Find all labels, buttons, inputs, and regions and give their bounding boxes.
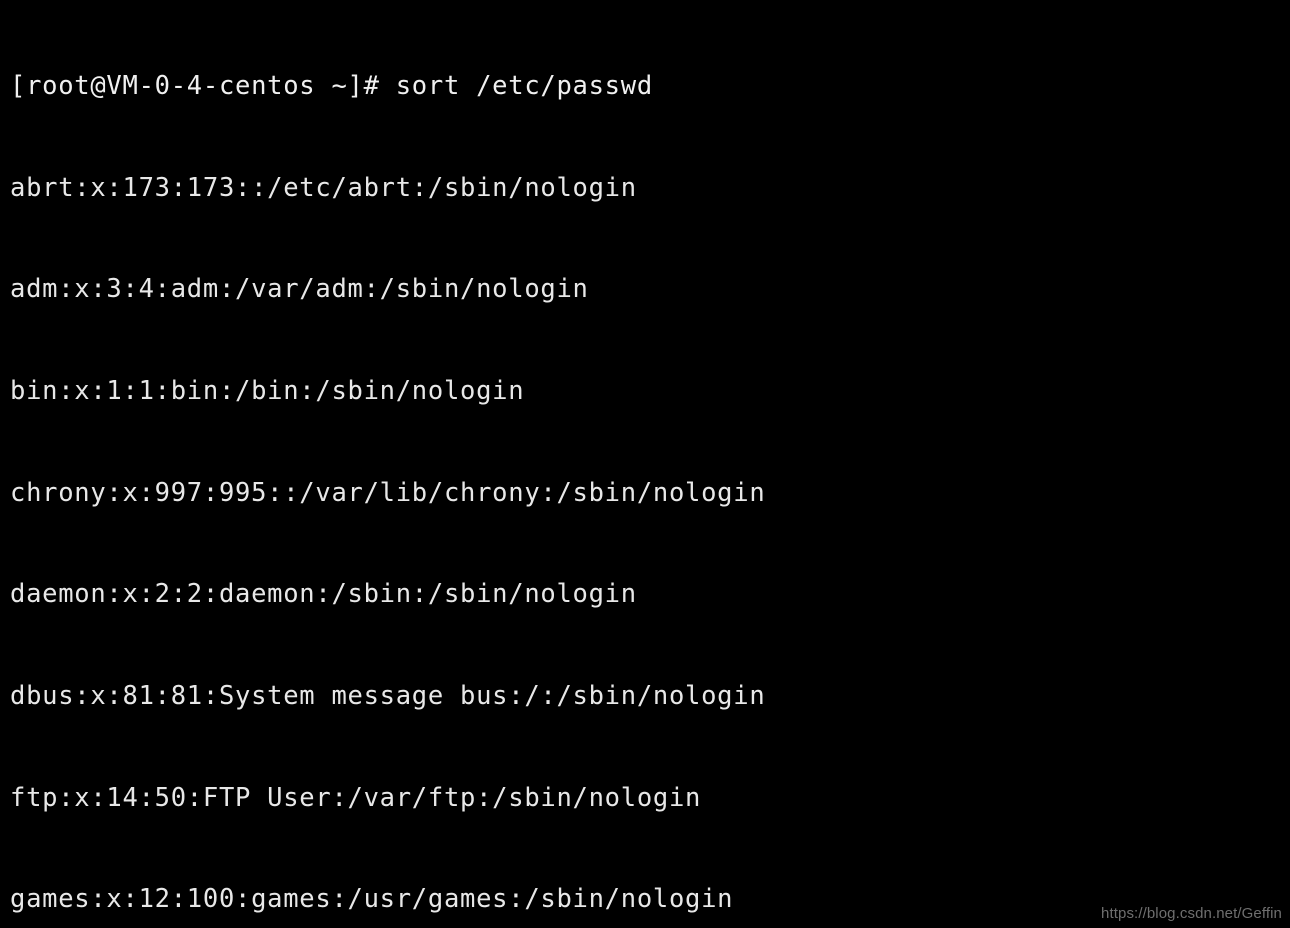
terminal-window[interactable]: [root@VM-0-4-centos ~]# sort /etc/passwd… — [0, 0, 1290, 928]
terminal-line: adm:x:3:4:adm:/var/adm:/sbin/nologin — [10, 274, 589, 305]
terminal-line: daemon:x:2:2:daemon:/sbin:/sbin/nologin — [10, 579, 637, 610]
terminal-line: ftp:x:14:50:FTP User:/var/ftp:/sbin/nolo… — [10, 782, 702, 813]
terminal-line: games:x:12:100:games:/usr/games:/sbin/no… — [10, 884, 734, 915]
terminal-line: bin:x:1:1:bin:/bin:/sbin/nologin — [10, 375, 525, 406]
watermark: https://blog.csdn.net/Geffin — [1101, 905, 1282, 922]
terminal-line: chrony:x:997:995::/var/lib/chrony:/sbin/… — [10, 477, 766, 508]
terminal-line: dbus:x:81:81:System message bus:/:/sbin/… — [10, 681, 766, 712]
terminal-line: [root@VM-0-4-centos ~]# sort /etc/passwd — [10, 70, 653, 101]
terminal-line: abrt:x:173:173::/etc/abrt:/sbin/nologin — [10, 172, 637, 203]
terminal-screen[interactable]: [root@VM-0-4-centos ~]# sort /etc/passwd… — [10, 2, 1290, 928]
